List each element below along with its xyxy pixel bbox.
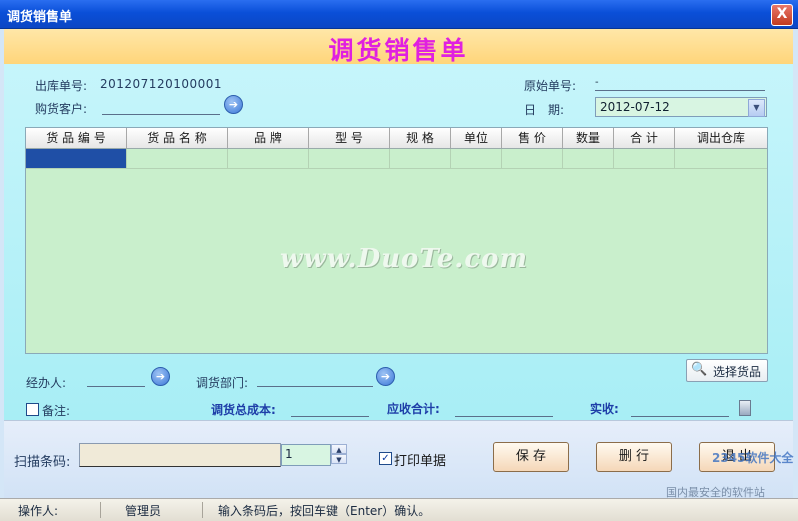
operator-label: 操作人: [18,504,59,518]
dept-field[interactable] [257,370,373,387]
print-label: 打印单据 [394,454,447,469]
date-value: 2012-07-12 [600,100,670,114]
orig-no-label: 原始单号: [524,79,577,93]
table-header: 货 品 编 号 货 品 名 称 品 牌 型 号 规 格 单位 售 价 数量 合 … [26,128,767,149]
status-divider [202,502,203,518]
handler-label: 经办人: [26,376,67,390]
table-cell[interactable] [390,149,451,169]
chevron-down-icon[interactable]: ▼ [331,454,347,464]
handler-lookup-button[interactable]: ➔ [151,367,170,386]
operator-value: 管理员 [125,504,162,518]
table-cell[interactable] [675,149,767,169]
col-spec[interactable]: 规 格 [390,128,451,148]
arrow-right-icon: ➔ [228,98,239,111]
quantity-input[interactable]: 1 [281,444,331,466]
received-label: 实收: [590,402,619,416]
received-field[interactable] [631,400,729,417]
brand-watermark: 2345软件大全 [712,451,794,465]
col-warehouse[interactable]: 调出仓库 [675,128,767,148]
orig-no-field[interactable]: - [595,74,765,91]
title-bar: 调货销售单 X [0,0,798,29]
page-title: 调货销售单 [328,36,469,65]
col-goods-code[interactable]: 货 品 编 号 [26,128,127,148]
col-goods-name[interactable]: 货 品 名 称 [127,128,228,148]
barcode-input[interactable] [79,443,281,467]
total-cost-field [291,400,369,417]
col-model[interactable]: 型 号 [309,128,390,148]
date-label: 日 期: [524,103,565,117]
col-total[interactable]: 合 计 [614,128,675,148]
receivable-field [455,400,553,417]
status-hint: 输入条码后，按回车键（Enter）确认。 [218,504,431,518]
delete-row-button[interactable]: 删 行 [596,442,672,472]
total-cost-label: 调货总成本: [211,403,276,417]
arrow-right-icon: ➔ [380,370,391,383]
status-divider [100,502,101,518]
magnifier-icon: 🔍 [691,362,708,377]
arrow-right-icon: ➔ [155,370,166,383]
table-cell[interactable] [502,149,563,169]
receivable-label: 应收合计: [387,402,440,416]
calculator-icon[interactable] [739,400,751,416]
print-checkbox[interactable]: ✓ [379,452,392,465]
table-row[interactable] [26,149,767,169]
select-goods-button[interactable]: 🔍 选择货品 [686,359,768,382]
customer-field[interactable] [102,98,220,115]
watermark: www.DuoTe.com [280,244,529,274]
close-button[interactable]: X [771,4,793,26]
col-price[interactable]: 售 价 [502,128,563,148]
goods-table[interactable]: 货 品 编 号 货 品 名 称 品 牌 型 号 规 格 单位 售 价 数量 合 … [25,127,768,354]
out-no-value: 201207120100001 [100,77,223,91]
save-button[interactable]: 保 存 [493,442,569,472]
table-cell[interactable] [228,149,309,169]
orig-no-value: - [595,77,599,88]
table-cell[interactable] [127,149,228,169]
status-bar: 操作人: 管理员 输入条码后，按回车键（Enter）确认。 [0,498,798,521]
customer-label: 购货客户: [35,102,88,116]
select-goods-label: 选择货品 [713,365,762,379]
handler-field[interactable] [87,370,145,387]
remark-label: 备注: [42,404,71,418]
customer-lookup-button[interactable]: ➔ [224,95,243,114]
out-no-label: 出库单号: [35,79,88,93]
chevron-up-icon[interactable]: ▲ [331,444,347,454]
date-picker[interactable]: 2012-07-12 ▼ [595,97,767,117]
quantity-value: 1 [285,447,293,461]
table-cell[interactable] [614,149,675,169]
col-quantity[interactable]: 数量 [563,128,614,148]
dept-label: 调货部门: [196,376,249,390]
quantity-stepper[interactable]: ▲ ▼ [331,444,347,464]
header-band: 调货销售单 [4,29,793,65]
table-cell-selected[interactable] [26,149,127,169]
table-cell[interactable] [309,149,390,169]
remark-checkbox[interactable] [26,403,39,416]
table-cell[interactable] [563,149,614,169]
barcode-label: 扫描条码: [14,455,71,470]
window-title: 调货销售单 [7,10,73,25]
chevron-down-icon[interactable]: ▼ [748,99,765,117]
col-unit[interactable]: 单位 [451,128,502,148]
col-brand[interactable]: 品 牌 [228,128,309,148]
table-cell[interactable] [451,149,502,169]
dept-lookup-button[interactable]: ➔ [376,367,395,386]
